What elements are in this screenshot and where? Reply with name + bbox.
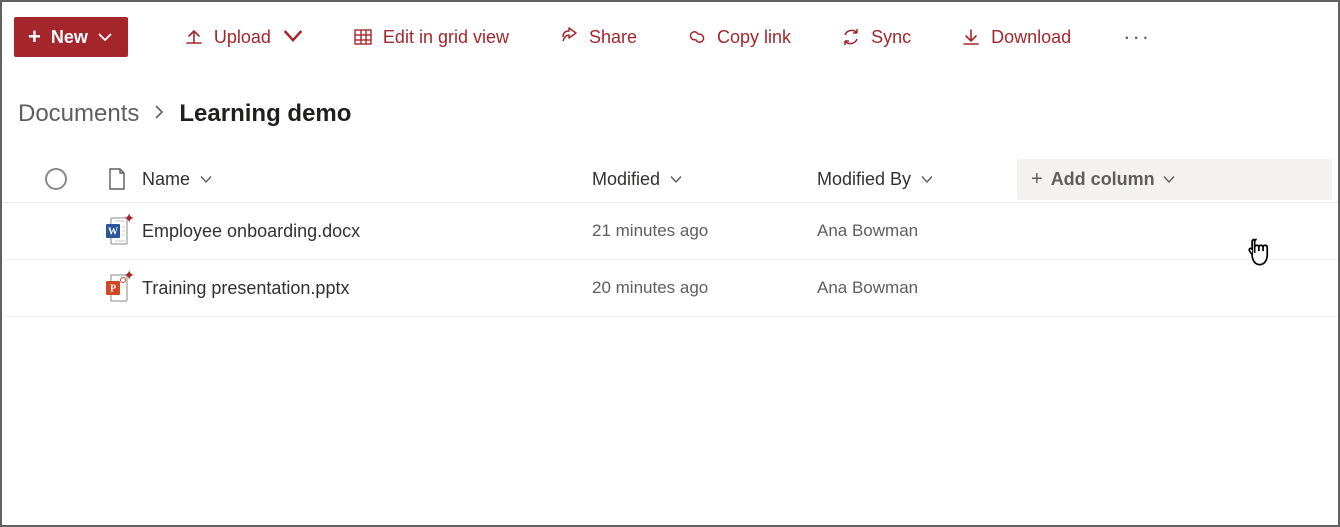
new-label: New xyxy=(51,27,88,48)
share-button[interactable]: Share xyxy=(545,19,651,56)
chevron-down-icon xyxy=(200,172,212,187)
file-modified-by: Ana Bowman xyxy=(817,278,1017,298)
share-icon xyxy=(559,27,579,47)
file-modified: 20 minutes ago xyxy=(592,278,817,298)
new-indicator-icon: ✦ xyxy=(123,211,135,225)
table-header: Name Modified Modified By + Add column xyxy=(2,156,1338,203)
new-button[interactable]: + New xyxy=(14,17,128,57)
chevron-down-icon xyxy=(1163,172,1175,187)
select-all-column[interactable] xyxy=(20,168,92,190)
file-name[interactable]: Training presentation.pptx xyxy=(142,278,592,299)
chevron-down-icon xyxy=(921,172,933,187)
breadcrumb-root[interactable]: Documents xyxy=(18,100,139,128)
file-modified: 21 minutes ago xyxy=(592,221,817,241)
chevron-down-icon xyxy=(283,26,303,49)
type-column-header[interactable] xyxy=(92,168,142,190)
link-icon xyxy=(687,27,707,47)
upload-button[interactable]: Upload xyxy=(170,18,317,57)
file-name[interactable]: Employee onboarding.docx xyxy=(142,221,592,242)
chevron-right-icon xyxy=(153,104,165,125)
add-column-label: Add column xyxy=(1051,169,1155,190)
name-column-header[interactable]: Name xyxy=(142,169,592,190)
select-all-circle-icon xyxy=(45,168,67,190)
name-header-label: Name xyxy=(142,169,190,190)
download-button[interactable]: Download xyxy=(947,19,1085,56)
grid-icon xyxy=(353,27,373,47)
modified-column-header[interactable]: Modified xyxy=(592,169,817,190)
table-row[interactable]: ✦Employee onboarding.docx21 minutes agoA… xyxy=(2,203,1338,260)
document-list: Name Modified Modified By + Add column ✦… xyxy=(2,156,1338,317)
upload-icon xyxy=(184,27,204,47)
file-modified-by: Ana Bowman xyxy=(817,221,1017,241)
modified-header-label: Modified xyxy=(592,169,660,190)
share-label: Share xyxy=(589,27,637,48)
plus-icon: + xyxy=(28,26,41,48)
copy-link-button[interactable]: Copy link xyxy=(673,19,805,56)
add-column-button[interactable]: + Add column xyxy=(1017,159,1332,200)
breadcrumb: Documents Learning demo xyxy=(2,72,1338,156)
document-icon xyxy=(108,168,126,190)
edit-grid-button[interactable]: Edit in grid view xyxy=(339,19,523,56)
download-icon xyxy=(961,27,981,47)
chevron-down-icon xyxy=(98,29,112,45)
file-type-icon: ✦ xyxy=(92,274,142,302)
new-indicator-icon: ✦ xyxy=(123,268,135,282)
download-label: Download xyxy=(991,27,1071,48)
ellipsis-icon: ··· xyxy=(1123,24,1151,49)
more-actions-button[interactable]: ··· xyxy=(1107,16,1167,58)
chevron-down-icon xyxy=(670,172,682,187)
sync-button[interactable]: Sync xyxy=(827,19,925,56)
breadcrumb-current: Learning demo xyxy=(179,100,351,128)
edit-grid-label: Edit in grid view xyxy=(383,27,509,48)
modified-by-header-label: Modified By xyxy=(817,169,911,190)
sync-icon xyxy=(841,27,861,47)
modified-by-column-header[interactable]: Modified By xyxy=(817,169,1017,190)
upload-label: Upload xyxy=(214,27,271,48)
table-row[interactable]: ✦Training presentation.pptx20 minutes ag… xyxy=(2,260,1338,317)
sync-label: Sync xyxy=(871,27,911,48)
file-type-icon: ✦ xyxy=(92,217,142,245)
plus-icon: + xyxy=(1031,169,1043,189)
copy-link-label: Copy link xyxy=(717,27,791,48)
command-toolbar: + New Upload Edit in grid view Share Cop… xyxy=(2,2,1338,72)
